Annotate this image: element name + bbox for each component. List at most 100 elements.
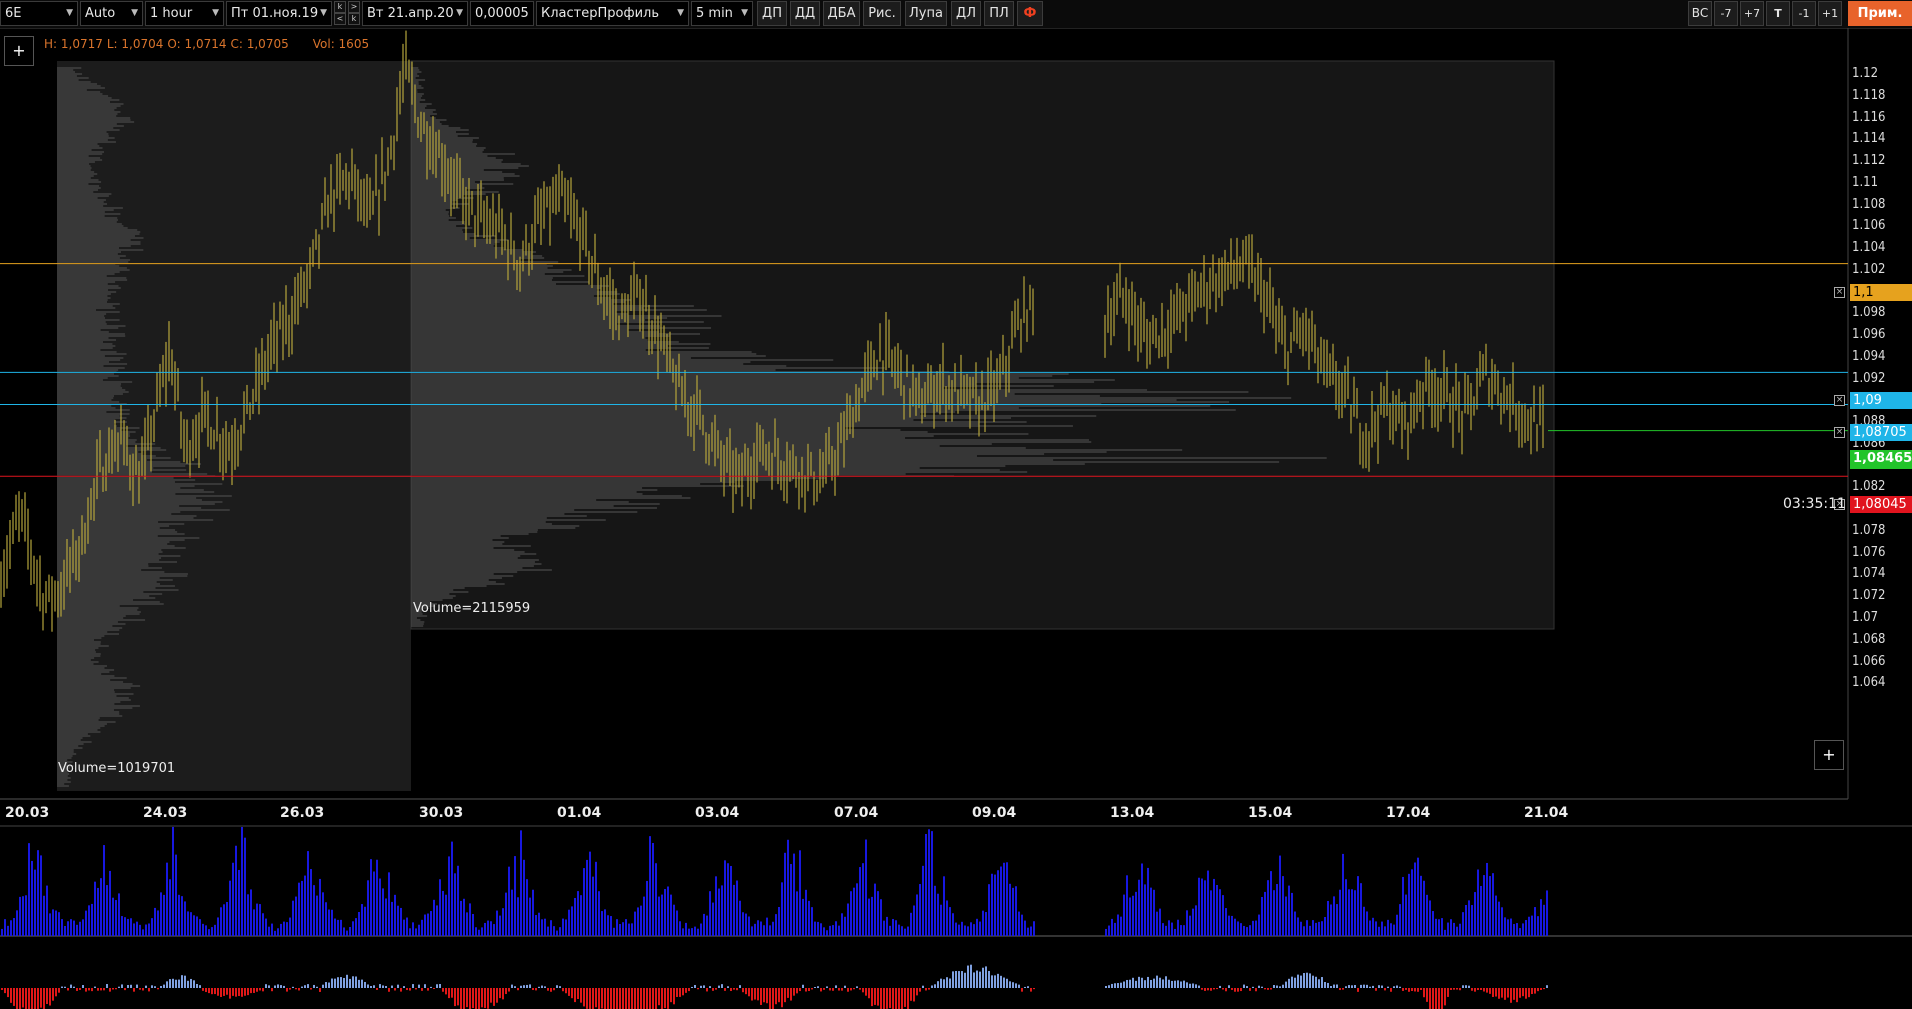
delta-bar [1489,988,1491,994]
volume-bar [277,928,279,936]
volume-bar [1372,917,1374,936]
volume-bar [1456,926,1458,936]
delta-bar [1114,983,1116,988]
t-button[interactable]: T [1766,1,1790,26]
volume-bar [661,894,663,936]
volume-bar [256,903,258,936]
dl-button[interactable]: ДЛ [951,1,981,26]
delta-bar [1234,988,1236,992]
dba-button[interactable]: ДБА [823,1,860,26]
symbol-select[interactable]: 6E ▼ [0,1,78,26]
plus1-button[interactable]: +1 [1818,1,1842,26]
volume-bar [1333,896,1335,936]
volume-bar [874,883,876,936]
k-right-button[interactable]: > [348,1,360,13]
timeframe-select[interactable]: 1 hour ▼ [145,1,224,26]
volume-bar [22,896,24,936]
scale-mode-value: Auto [85,6,116,21]
delta-bar [325,982,327,988]
volume-bar [406,917,408,936]
delta-bar [1498,988,1500,999]
volume-bar [466,912,468,936]
date-to-stepper[interactable]: > k [348,1,360,26]
volume-histogram [1,826,1548,936]
delta-bar [391,985,393,988]
volume-bar [1408,873,1410,936]
volume-bar [1543,904,1545,936]
add-indicator-button[interactable]: + [1814,740,1844,770]
volume-bar [568,909,570,936]
tick-size-input[interactable]: 0,00005 [470,1,534,26]
remove-level-icon[interactable]: × [1834,395,1845,407]
remove-level-icon[interactable]: × [1834,427,1845,439]
apply-button[interactable]: Прим. [1848,1,1912,26]
delta-bar [742,988,744,993]
dp-button[interactable]: ДП [757,1,787,26]
volume-bar [307,851,309,936]
delta-bar [388,988,390,992]
date-from-stepper[interactable]: k < [334,1,346,26]
delta-bar [1342,988,1344,990]
volume-bar [1159,908,1161,936]
delta-bar [463,988,465,1009]
remove-level-icon[interactable]: × [1834,286,1845,298]
volume-bar [1270,871,1272,936]
dd-button[interactable]: ДД [790,1,820,26]
volume-bar [1345,879,1347,936]
delta-bar [295,988,297,990]
delta-bar [280,985,282,988]
draw-button[interactable]: Рис. [863,1,901,26]
minus1-button[interactable]: -1 [1792,1,1816,26]
volume-bar [670,894,672,936]
volume-bar [613,927,615,936]
volume-bar [991,873,993,936]
delta-bar [1357,988,1359,992]
delta-bar [1429,988,1431,1009]
price-tick: 1.116 [1852,109,1886,125]
filter-button[interactable]: Ф [1017,1,1043,26]
delta-bar [967,965,969,988]
delta-bar [229,988,231,999]
minus7-button[interactable]: -7 [1714,1,1738,26]
scale-mode-select[interactable]: Auto ▼ [80,1,143,26]
volume-bar [1141,863,1143,936]
volume-bar [52,909,54,936]
delta-bar [1345,986,1347,988]
k-down-button[interactable]: < [334,13,346,25]
delta-bar [1369,986,1371,988]
volume-bar [1504,917,1506,936]
date-from-picker[interactable]: Пт 01.ноя.19 ▼ [226,1,332,26]
delta-bar [529,984,531,988]
volume-bar [736,880,738,936]
plus7-button[interactable]: +7 [1740,1,1764,26]
delta-bar [100,988,102,991]
delta-bar [694,984,696,988]
add-panel-button[interactable]: + [4,36,34,66]
volume-bar [739,900,741,936]
k-end-button[interactable]: k [348,13,360,25]
price-tick: 1.072 [1852,588,1886,604]
volume-bar [529,897,531,936]
delta-bar [175,979,177,988]
vs-button[interactable]: ВС [1688,1,1712,26]
delta-bar [1360,984,1362,988]
volume-bar [1525,920,1527,936]
volume-bar [1306,920,1308,936]
date-to-picker[interactable]: Вт 21.апр.20 ▼ [362,1,468,26]
k-up-button[interactable]: k [334,1,346,13]
pl-button[interactable]: ПЛ [984,1,1014,26]
delta-bar [262,988,264,992]
volume-bar [1177,919,1179,936]
date-tick: 03.04 [695,805,740,821]
delta-bar [1111,983,1113,988]
template-select[interactable]: КластерПрофиль ▼ [536,1,689,26]
magnifier-button[interactable]: Лупа [905,1,947,26]
profile-period-select[interactable]: 5 min ▼ [691,1,753,26]
delta-bar [364,981,366,988]
volume-bar [775,914,777,936]
delta-bar [433,988,435,990]
volume-bar [631,923,633,936]
volume-bar [748,916,750,936]
chart-area[interactable]: 1.12 1.118 1.116 1.114 1.112 1.11 1.108 1.106 1.… [0,28,1912,1009]
delta-bar [283,985,285,988]
